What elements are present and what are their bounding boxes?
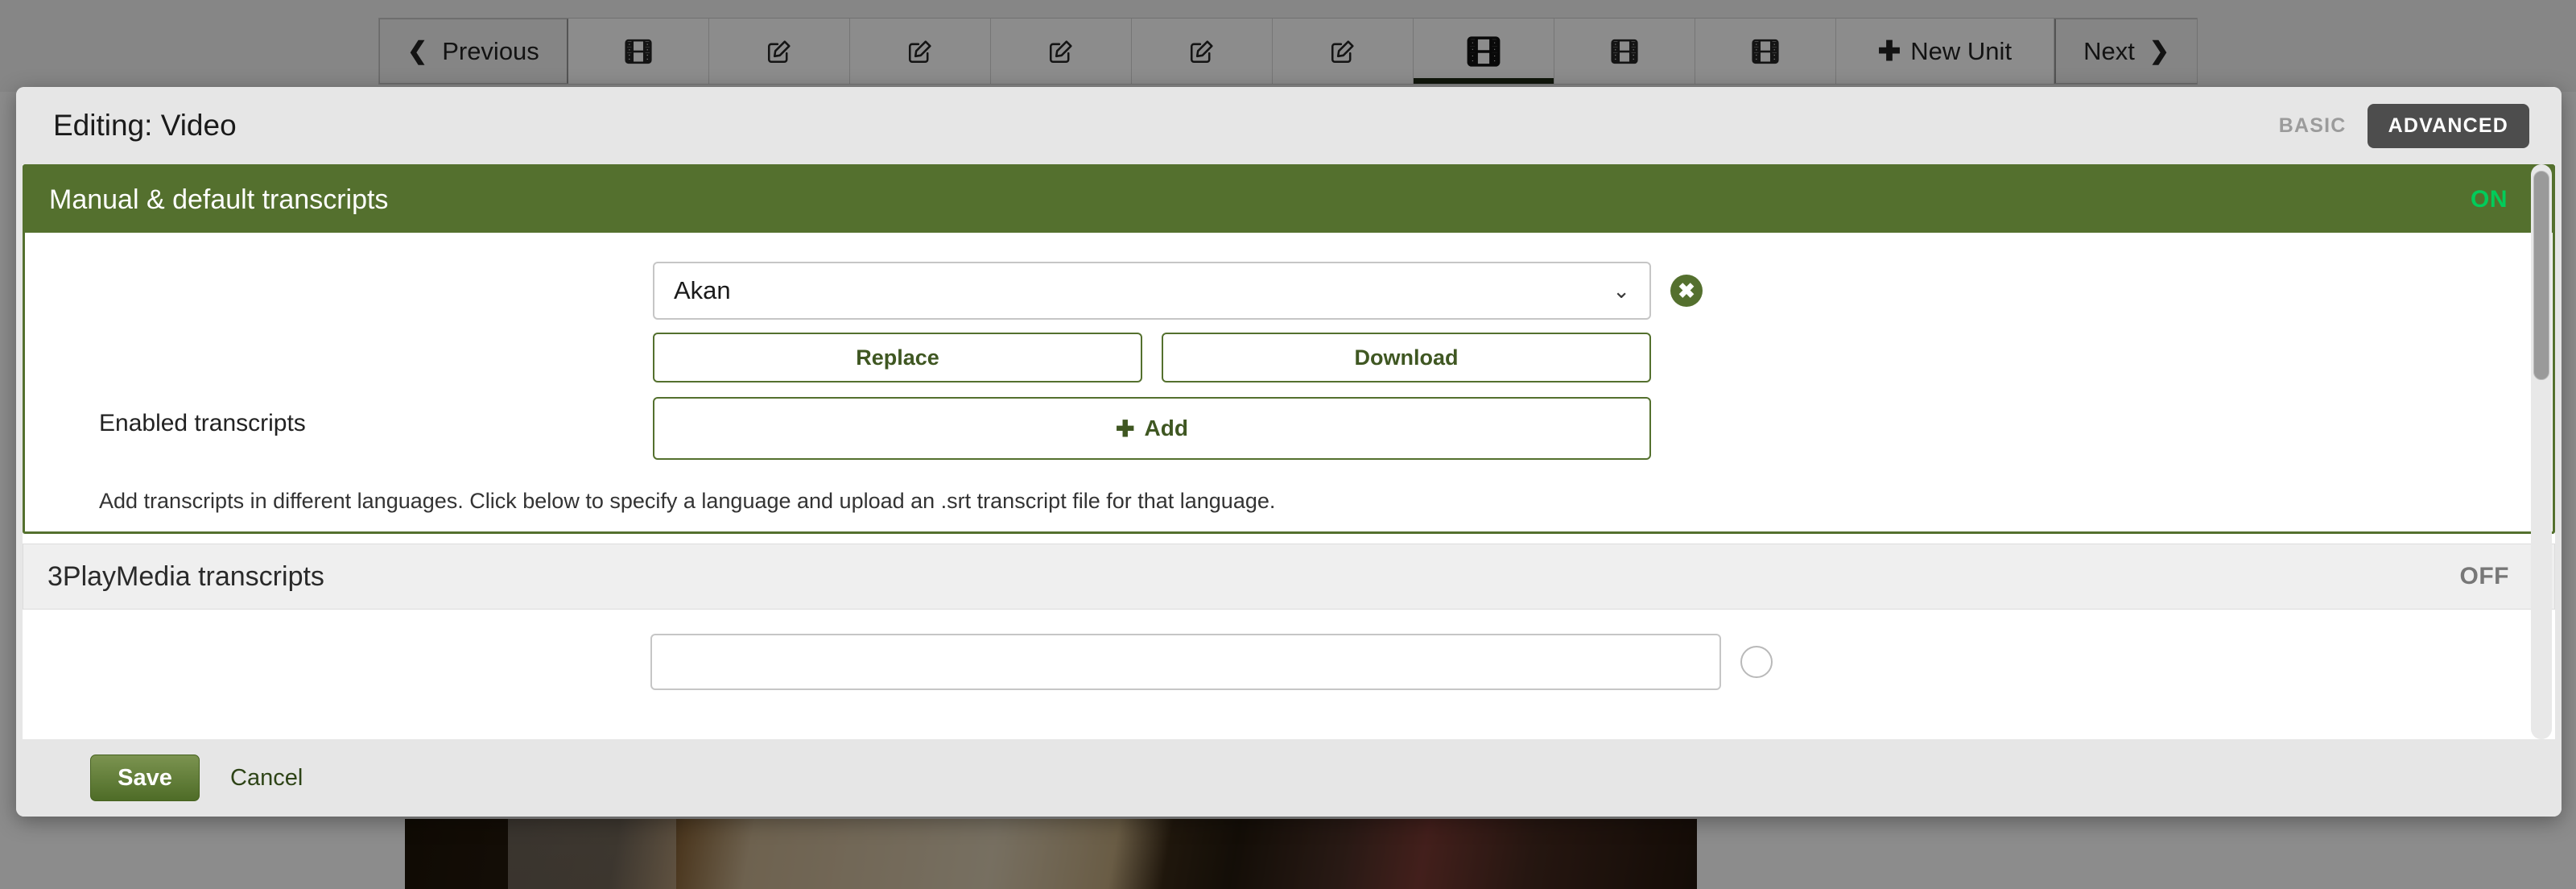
status-badge-3playmedia: OFF	[2460, 563, 2510, 590]
clipped-input[interactable]	[650, 634, 1721, 690]
edit-video-modal: Editing: Video BASIC ADVANCED Manual & d…	[16, 87, 2562, 817]
enabled-transcripts-label: Enabled transcripts	[49, 397, 653, 437]
modal-scroll-body: Manual & default transcripts ON Akan ⌄	[23, 164, 2555, 739]
language-row-spacer	[49, 262, 653, 275]
add-button-label: Add	[1145, 416, 1188, 441]
save-button[interactable]: Save	[90, 755, 200, 801]
chevron-down-icon: ⌄	[1612, 279, 1630, 304]
add-transcript-button[interactable]: ✚ Add	[653, 397, 1651, 460]
page-root: Unit Location ❮ Previous	[0, 0, 2576, 889]
status-badge-manual: ON	[2471, 186, 2508, 213]
replace-button[interactable]: Replace	[653, 333, 1142, 382]
mode-toggle: BASIC ADVANCED	[2279, 104, 2529, 148]
modal-scrollbar-thumb[interactable]	[2533, 171, 2549, 380]
tab-advanced[interactable]: ADVANCED	[2368, 104, 2529, 148]
language-select-row: Akan ⌄ ✖	[653, 262, 2529, 320]
language-row: Akan ⌄ ✖ Replace Download	[49, 262, 2529, 382]
section-title-3playmedia: 3PlayMedia transcripts	[47, 561, 324, 593]
remove-circle-icon[interactable]: ✖	[1670, 275, 1703, 307]
section-body-manual: Akan ⌄ ✖ Replace Download	[25, 233, 2553, 531]
clipped-circle-icon	[1740, 646, 1773, 678]
section-header-manual[interactable]: Manual & default transcripts ON	[25, 167, 2553, 233]
language-select[interactable]: Akan ⌄	[653, 262, 1651, 320]
section-title-manual: Manual & default transcripts	[49, 184, 388, 216]
language-controls: Akan ⌄ ✖ Replace Download	[653, 262, 2529, 382]
modal-header: Editing: Video BASIC ADVANCED	[16, 87, 2562, 164]
tab-basic[interactable]: BASIC	[2279, 114, 2347, 138]
plus-icon: ✚	[1116, 416, 1134, 442]
enabled-transcripts-row: Enabled transcripts ✚ Add	[49, 397, 2529, 460]
section-manual-transcripts: Manual & default transcripts ON Akan ⌄	[23, 164, 2555, 534]
clipped-field-row	[23, 634, 2555, 690]
manual-transcripts-help-text: Add transcripts in different languages. …	[49, 474, 2529, 514]
cancel-button[interactable]: Cancel	[230, 765, 303, 792]
page-title: Editing: Video	[53, 109, 237, 143]
language-select-value: Akan	[674, 276, 731, 305]
transcript-action-buttons: Replace Download	[653, 333, 2529, 382]
enabled-transcripts-control: ✚ Add	[653, 397, 2529, 460]
section-header-3playmedia[interactable]: 3PlayMedia transcripts OFF	[23, 544, 2555, 610]
download-button[interactable]: Download	[1162, 333, 1651, 382]
modal-footer: Save Cancel	[16, 739, 2562, 817]
modal-scrollbar-track[interactable]	[2531, 164, 2552, 739]
